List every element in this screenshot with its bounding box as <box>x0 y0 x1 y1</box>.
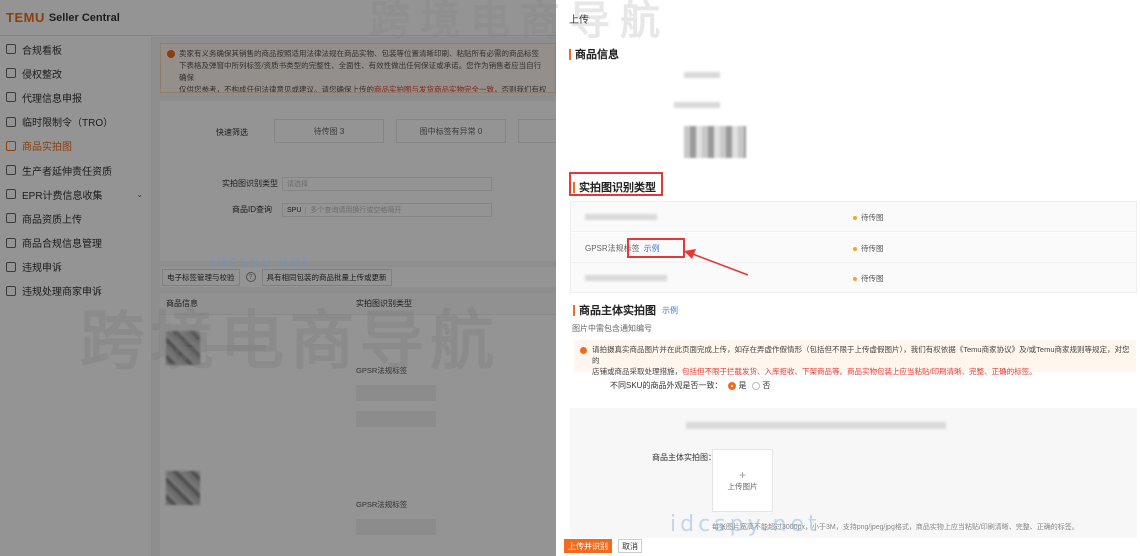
type-row: 待传图 <box>571 263 1136 293</box>
main-photo-demo-link[interactable]: 示例 <box>662 305 678 316</box>
upload-and-recognize-button[interactable]: 上传并识别 <box>564 539 612 553</box>
authenticity-warning: 请拍摄真实商品图片并在此页面完成上传，如存在弄虚作假情形（包括但不限于上传虚假图… <box>574 340 1136 376</box>
background-app: TEMU Seller Central 合规看板 侵权整改 代理信息申报 临时限… <box>0 0 556 556</box>
blurred-goods-line <box>684 72 720 78</box>
status-pending: 待传图 <box>853 273 884 284</box>
blurred-type-name <box>585 214 657 220</box>
radio-no[interactable]: 否 <box>752 380 770 391</box>
upload-label: 商品主体实拍图： <box>652 453 716 462</box>
status-dot-icon <box>853 246 857 251</box>
blurred-type-name <box>585 275 667 281</box>
highlight-box <box>569 172 663 196</box>
status-dot-icon <box>853 215 857 220</box>
upload-rules: 每张图片宽高不能超过3000px，小于3M，支持png/jpeg/jpg格式，商… <box>712 524 1079 531</box>
main-photo-hint: 图片中需包含通知编号 <box>572 324 652 333</box>
section-title-main-photo: 商品主体实拍图 示例 <box>573 302 678 318</box>
blurred-goods-line <box>674 102 720 108</box>
upload-image-button[interactable]: + 上传图片 <box>712 449 773 512</box>
highlight-box <box>627 238 685 258</box>
warning-icon <box>580 347 587 354</box>
plus-icon: + <box>738 468 746 482</box>
radio-unchecked-icon <box>752 381 761 390</box>
blurred-upload-title <box>686 422 946 429</box>
section-accent-bar <box>569 48 571 60</box>
modal-overlay[interactable] <box>0 0 556 556</box>
radio-yes[interactable]: 是 <box>728 380 746 391</box>
section-accent-bar <box>573 304 575 316</box>
product-image[interactable] <box>684 126 746 158</box>
drawer-title: 上传 <box>569 14 589 26</box>
section-title-goods-info: 商品信息 <box>569 46 619 62</box>
status-dot-icon <box>853 276 857 281</box>
status-pending: 待传图 <box>853 243 884 254</box>
status-pending: 待传图 <box>853 212 884 223</box>
type-row: 待传图 <box>571 202 1136 232</box>
red-arrow-icon <box>684 249 749 276</box>
radio-checked-icon <box>728 381 737 390</box>
cancel-button[interactable]: 取消 <box>618 539 642 553</box>
upload-area <box>570 408 1137 538</box>
sku-appearance-question: 不同SKU的商品外观是否一致： 是 否 <box>610 380 771 391</box>
